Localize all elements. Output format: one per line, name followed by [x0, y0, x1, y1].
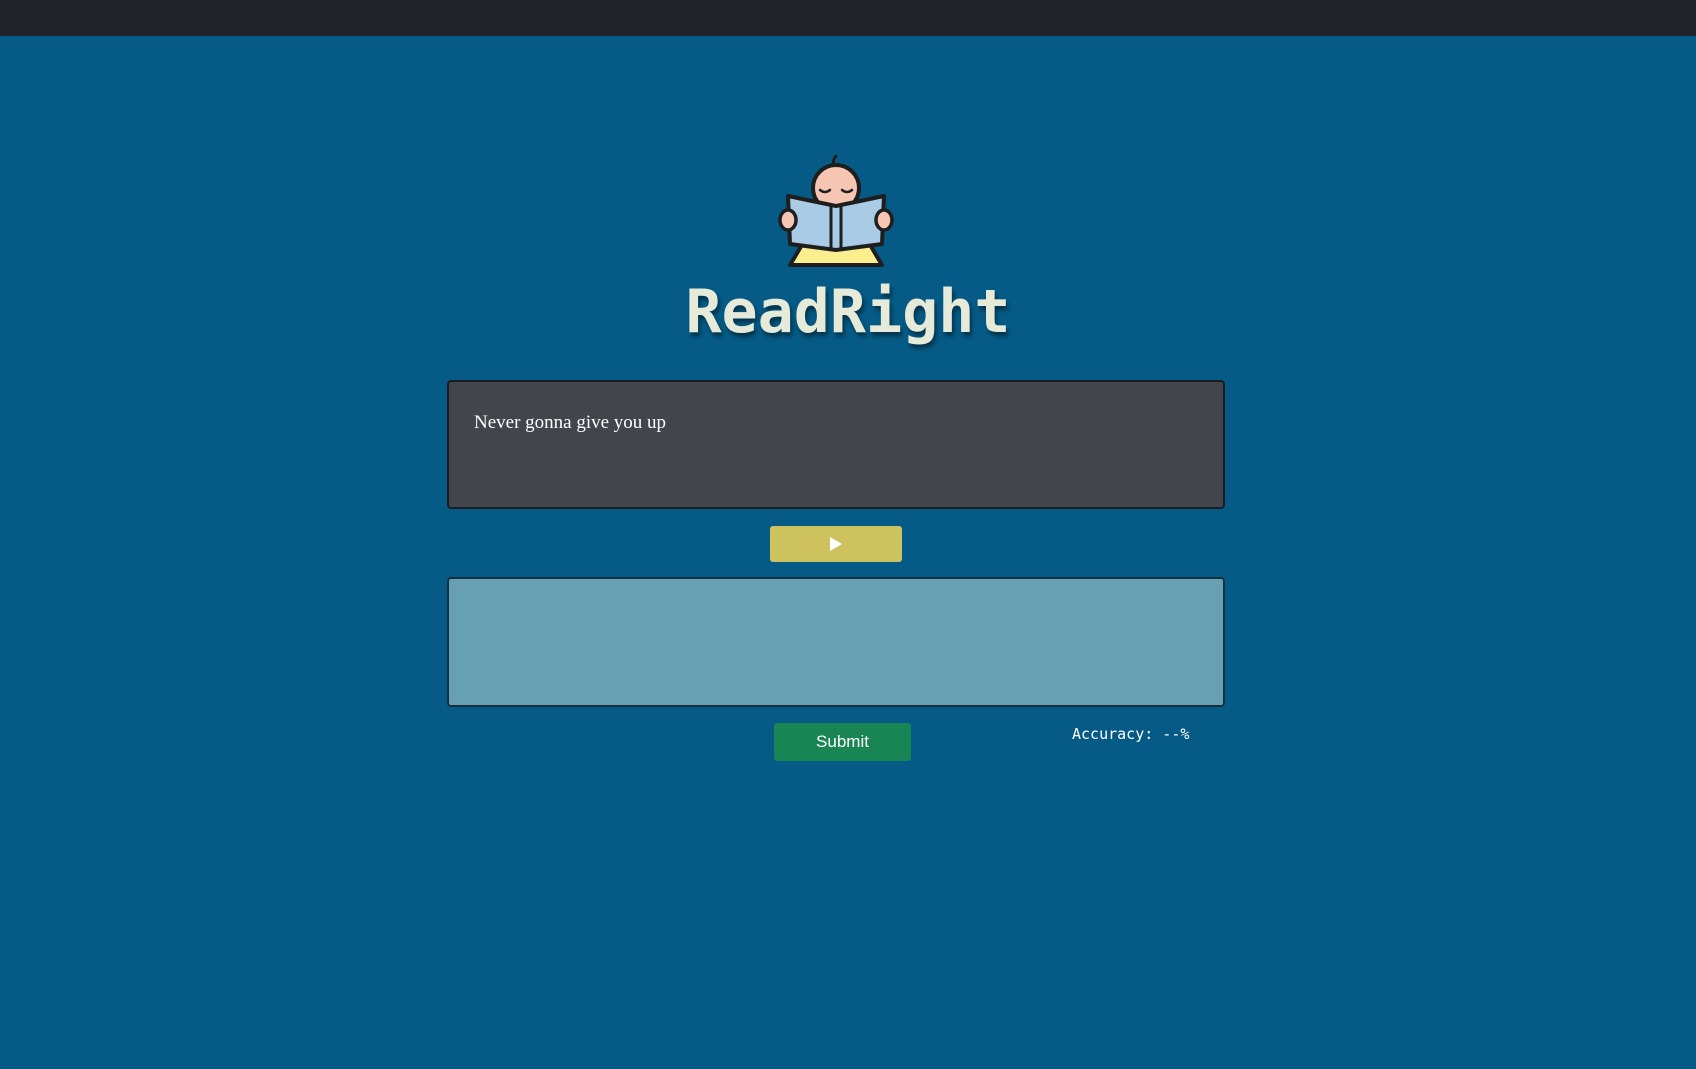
child-reading-book-icon — [768, 152, 904, 270]
accuracy-readout: Accuracy: --% — [1072, 725, 1190, 743]
play-icon — [830, 537, 842, 551]
app-title: ReadRight — [685, 277, 1011, 347]
answer-input[interactable] — [447, 577, 1225, 707]
top-bar — [0, 0, 1696, 36]
play-button[interactable] — [770, 526, 902, 562]
prompt-text-box: Never gonna give you up — [447, 380, 1225, 509]
submit-button[interactable]: Submit — [774, 723, 911, 761]
prompt-text: Never gonna give you up — [474, 412, 667, 433]
